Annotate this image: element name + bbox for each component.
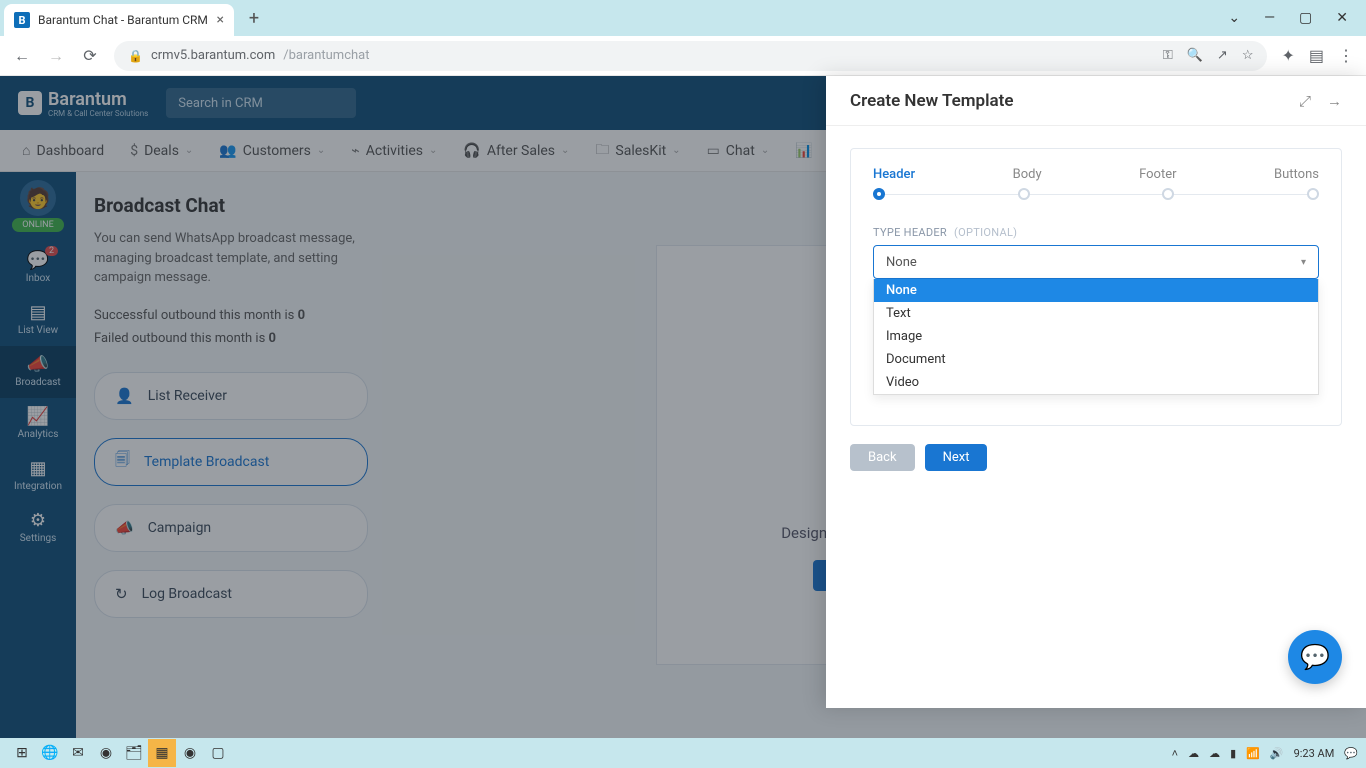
tray-notifications-icon[interactable]: 💬 — [1344, 747, 1358, 760]
step-body[interactable]: Body — [1013, 167, 1042, 182]
taskbar-chrome2-icon[interactable]: ◉ — [176, 739, 204, 767]
url-host: crmv5.barantum.com — [151, 48, 275, 63]
option-text[interactable]: Text — [874, 302, 1318, 325]
taskbar-edge-icon[interactable]: 🌐 — [36, 739, 64, 767]
start-button[interactable]: ⊞ — [8, 739, 36, 767]
close-window-icon[interactable]: ✕ — [1336, 10, 1348, 26]
tray-volume-icon[interactable]: 🔊 — [1270, 747, 1284, 760]
step-header[interactable]: Header — [873, 167, 915, 182]
address-bar: ← → ⟳ 🔒 crmv5.barantum.com/barantumchat … — [0, 36, 1366, 76]
minimize-icon[interactable]: — — [1264, 10, 1275, 26]
step-footer[interactable]: Footer — [1139, 167, 1176, 182]
option-image[interactable]: Image — [874, 325, 1318, 348]
option-video[interactable]: Video — [874, 371, 1318, 394]
caret-icon: ▾ — [1301, 257, 1306, 268]
step-dot — [1307, 188, 1319, 200]
reload-icon[interactable]: ⟳ — [80, 46, 100, 65]
windows-taskbar: ⊞ 🌐 ✉ ◉ 🗂 ▦ ◉ ▢ ˄ ☁ ☁ ▮ 📶 🔊 9:23 AM 💬 — [0, 738, 1366, 768]
step-dot-active — [873, 188, 885, 200]
taskbar-chrome-icon[interactable]: ◉ — [92, 739, 120, 767]
key-icon[interactable]: ⚿ — [1163, 48, 1173, 63]
tray-onedrive-icon[interactable]: ☁ — [1188, 747, 1199, 760]
type-header-select[interactable]: None ▾ — [873, 245, 1319, 279]
wizard-buttons: Back Next — [850, 444, 1342, 471]
intercom-launcher[interactable]: 💬 — [1288, 630, 1342, 684]
star-icon[interactable]: ☆ — [1242, 48, 1254, 63]
wizard-box: Header Body Footer Buttons TYPE HEADER (… — [850, 148, 1342, 426]
url-path: /barantumchat — [283, 48, 369, 63]
window-controls: ⌄ — ▢ ✕ — [1228, 10, 1362, 26]
zoom-icon[interactable]: 🔍 — [1187, 48, 1203, 63]
expand-icon[interactable]: ⤢ — [1299, 92, 1311, 110]
tray-cloud-icon[interactable]: ☁ — [1209, 747, 1220, 760]
taskbar-files-icon[interactable]: 🗂 — [120, 739, 148, 767]
share-icon[interactable]: ↗ — [1217, 48, 1228, 63]
favicon: B — [14, 12, 30, 28]
taskbar-app-icon[interactable]: ▦ — [148, 739, 176, 767]
panel-header: Create New Template ⤢ → — [826, 76, 1366, 126]
new-tab-button[interactable]: + — [240, 4, 268, 32]
back-icon[interactable]: ← — [12, 46, 32, 66]
close-panel-icon[interactable]: → — [1327, 92, 1342, 110]
tab-close-icon[interactable]: × — [217, 12, 224, 28]
taskbar-mail-icon[interactable]: ✉ — [64, 739, 92, 767]
menu-icon[interactable]: ⋮ — [1338, 46, 1354, 65]
step-dot — [1018, 188, 1030, 200]
taskbar-zoom-icon[interactable]: ▢ — [204, 739, 232, 767]
select-value: None — [886, 255, 917, 270]
browser-tab[interactable]: B Barantum Chat - Barantum CRM × — [4, 4, 234, 36]
url-input[interactable]: 🔒 crmv5.barantum.com/barantumchat ⚿ 🔍 ↗ … — [114, 41, 1267, 71]
panel-body: Header Body Footer Buttons TYPE HEADER (… — [826, 126, 1366, 493]
type-header-label: TYPE HEADER (OPTIONAL) — [873, 226, 1319, 239]
next-button[interactable]: Next — [925, 444, 988, 471]
create-template-panel: Create New Template ⤢ → Header Body Foot… — [826, 76, 1366, 708]
extensions-icon[interactable]: ✦ — [1281, 46, 1294, 65]
tray-clock[interactable]: 9:23 AM — [1294, 747, 1335, 760]
tab-title: Barantum Chat - Barantum CRM — [38, 13, 208, 27]
step-buttons[interactable]: Buttons — [1274, 167, 1319, 182]
system-tray: ˄ ☁ ☁ ▮ 📶 🔊 9:23 AM 💬 — [1172, 747, 1358, 760]
tray-wifi-icon[interactable]: 📶 — [1246, 747, 1260, 760]
forward-icon[interactable]: → — [46, 46, 66, 66]
browser-tabstrip: B Barantum Chat - Barantum CRM × + ⌄ — ▢… — [0, 0, 1366, 36]
tray-chevron-icon[interactable]: ˄ — [1172, 747, 1178, 760]
lock-icon: 🔒 — [128, 49, 143, 63]
option-none[interactable]: None — [874, 279, 1318, 302]
panel-title: Create New Template — [850, 91, 1014, 111]
wizard-dots — [873, 188, 1319, 200]
type-header-dropdown: None Text Image Document Video — [873, 279, 1319, 395]
tray-battery-icon[interactable]: ▮ — [1230, 747, 1236, 760]
chevron-down-icon[interactable]: ⌄ — [1228, 10, 1240, 26]
app-root: B Barantum CRM & Call Center Solutions S… — [0, 76, 1366, 738]
option-document[interactable]: Document — [874, 348, 1318, 371]
step-dot — [1162, 188, 1174, 200]
back-button[interactable]: Back — [850, 444, 915, 471]
wizard-steps: Header Body Footer Buttons — [873, 167, 1319, 182]
sidepanel-icon[interactable]: ▤ — [1309, 46, 1324, 65]
maximize-icon[interactable]: ▢ — [1299, 10, 1312, 26]
